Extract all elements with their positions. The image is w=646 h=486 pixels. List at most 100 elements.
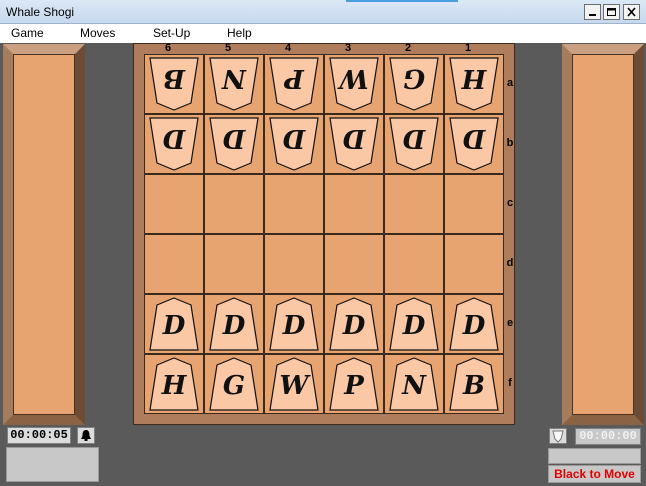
shield-icon [552, 430, 564, 443]
piece-letter: D [462, 311, 486, 341]
menu-bar: Game Moves Set-Up Help [0, 24, 646, 43]
piece-letter: B [463, 371, 485, 401]
piece-letter: P [344, 371, 364, 401]
piece-letter: D [402, 311, 426, 341]
shogi-piece[interactable]: P [269, 57, 319, 111]
shogi-piece[interactable]: P [329, 357, 379, 411]
shogi-piece[interactable]: D [389, 297, 439, 351]
shogi-piece[interactable]: D [389, 117, 439, 171]
shogi-piece[interactable]: B [149, 57, 199, 111]
piece-letter: D [342, 311, 366, 341]
piece-letter: D [222, 311, 246, 341]
piece-letter: D [222, 123, 246, 153]
piece-letter: D [462, 123, 486, 153]
piece-letter: D [342, 123, 366, 153]
file-label: 6 [164, 42, 172, 54]
shogi-piece[interactable]: D [209, 297, 259, 351]
piece-letter: G [402, 63, 426, 93]
shogi-piece[interactable]: D [149, 117, 199, 171]
board-square[interactable] [264, 234, 324, 294]
menu-set-up[interactable]: Set-Up [153, 26, 190, 40]
board-square[interactable] [384, 174, 444, 234]
left-clock: 00:00:05 [7, 427, 71, 444]
shogi-piece[interactable]: D [269, 297, 319, 351]
rank-label: a [506, 77, 514, 89]
rank-label: c [506, 197, 514, 209]
window-title: Whale Shogi [6, 5, 75, 19]
right-piece-tray[interactable] [562, 44, 644, 425]
left-tray-well [13, 54, 75, 415]
shogi-piece[interactable]: H [149, 357, 199, 411]
title-accent [346, 0, 458, 2]
board-square[interactable] [444, 234, 504, 294]
shogi-piece[interactable]: G [389, 57, 439, 111]
piece-letter: D [162, 311, 186, 341]
shogi-piece[interactable]: N [389, 357, 439, 411]
shogi-piece[interactable]: D [209, 117, 259, 171]
rank-label: d [506, 257, 514, 269]
maximize-button[interactable] [603, 4, 620, 20]
menu-help[interactable]: Help [227, 26, 252, 40]
shogi-piece[interactable]: D [269, 117, 319, 171]
piece-letter: P [284, 63, 304, 93]
board-square[interactable] [144, 174, 204, 234]
shogi-piece[interactable]: D [149, 297, 199, 351]
board-square[interactable] [144, 234, 204, 294]
menu-moves[interactable]: Moves [80, 26, 115, 40]
shogi-piece[interactable]: W [269, 357, 319, 411]
shogi-piece[interactable]: G [209, 357, 259, 411]
board-square[interactable] [444, 174, 504, 234]
right-clock: 00:00:00 [575, 428, 641, 445]
piece-letter: H [161, 371, 187, 401]
piece-letter: D [162, 123, 186, 153]
rank-label: b [506, 137, 514, 149]
piece-letter: D [402, 123, 426, 153]
piece-letter: W [279, 371, 309, 401]
piece-letter: H [461, 63, 487, 93]
bell-button[interactable] [77, 427, 95, 444]
file-label: 5 [224, 42, 232, 54]
shogi-piece[interactable]: D [329, 297, 379, 351]
left-status-panel [6, 447, 99, 482]
shogi-piece[interactable]: D [449, 117, 499, 171]
board-square[interactable] [324, 174, 384, 234]
rank-label: f [508, 377, 512, 389]
close-icon [627, 7, 636, 17]
board-square[interactable] [324, 234, 384, 294]
piece-letter: N [402, 371, 426, 401]
piece-letter: G [222, 371, 246, 401]
file-label: 2 [404, 42, 412, 54]
shogi-piece[interactable]: D [329, 117, 379, 171]
minimize-button[interactable] [584, 4, 601, 20]
title-bar: Whale Shogi [0, 0, 646, 24]
shogi-piece[interactable]: D [449, 297, 499, 351]
maximize-icon [607, 8, 616, 16]
rank-label: e [506, 317, 514, 329]
left-piece-tray[interactable] [3, 44, 85, 425]
turn-status: Black to Move [548, 465, 641, 483]
piece-letter: W [339, 63, 369, 93]
board-square[interactable] [384, 234, 444, 294]
menu-game[interactable]: Game [11, 26, 44, 40]
minimize-icon [589, 14, 596, 16]
shogi-piece[interactable]: B [449, 357, 499, 411]
shogi-board: BNPWGHDDDDDDDDDDDDHGWPNB [144, 54, 504, 414]
right-tray-well [572, 54, 634, 415]
right-status-panel [548, 448, 641, 464]
file-label: 4 [284, 42, 292, 54]
flip-button[interactable] [549, 428, 567, 444]
piece-letter: B [163, 63, 185, 93]
piece-letter: D [282, 311, 306, 341]
piece-letter: N [222, 63, 246, 93]
shogi-piece[interactable]: W [329, 57, 379, 111]
file-label: 1 [464, 42, 472, 54]
board-square[interactable] [204, 174, 264, 234]
bell-icon [81, 430, 91, 441]
close-button[interactable] [623, 4, 640, 20]
shogi-piece[interactable]: N [209, 57, 259, 111]
shogi-piece[interactable]: H [449, 57, 499, 111]
piece-letter: D [282, 123, 306, 153]
board-square[interactable] [264, 174, 324, 234]
file-label: 3 [344, 42, 352, 54]
board-square[interactable] [204, 234, 264, 294]
